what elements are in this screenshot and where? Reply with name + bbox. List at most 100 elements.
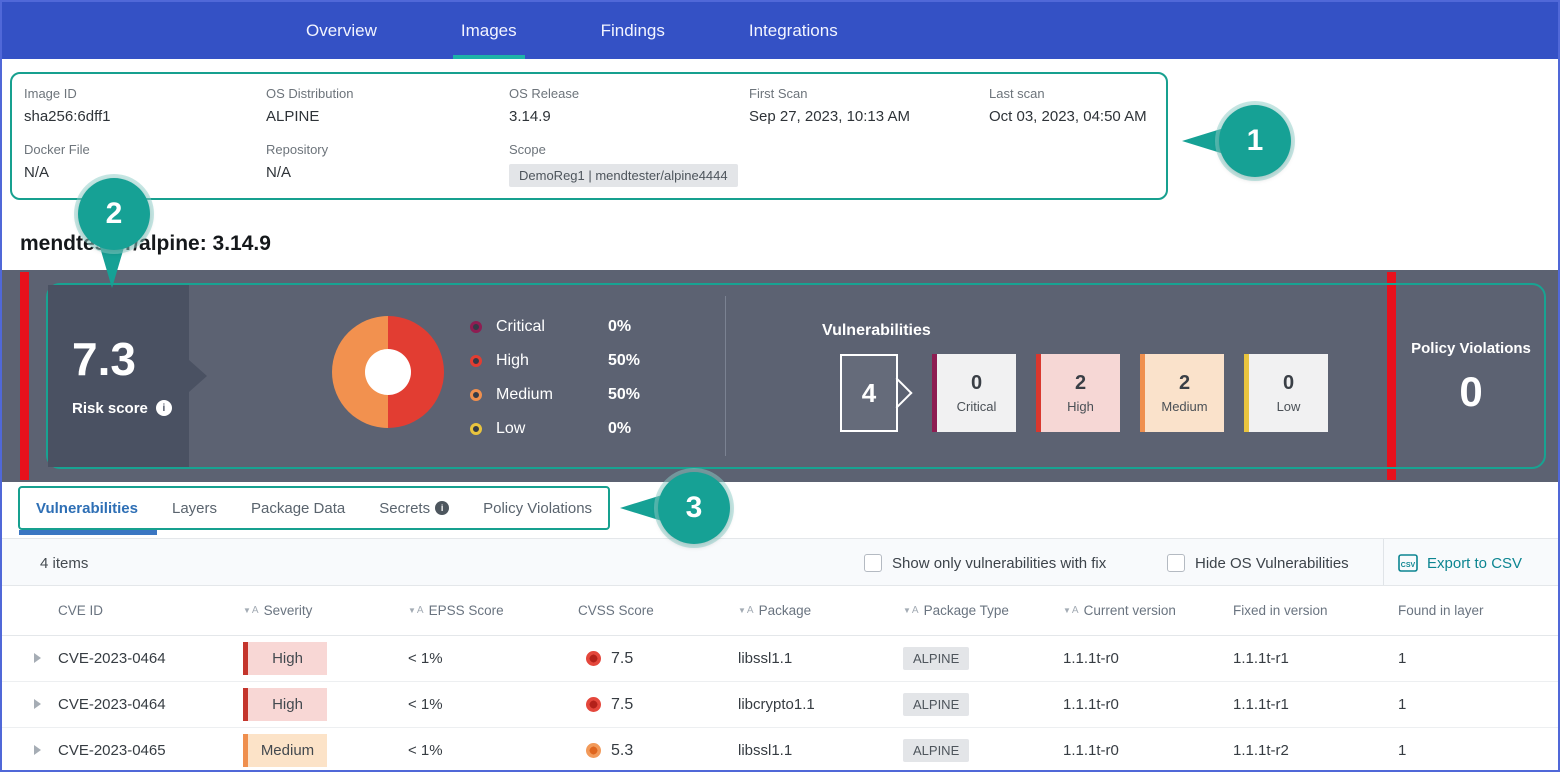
- annotation-balloon-1: 1: [1219, 105, 1291, 177]
- header-package-type[interactable]: Package Type: [903, 603, 1063, 618]
- annotation-2-pointer: [99, 244, 125, 288]
- table-header: CVE ID Severity EPSS Score CVSS Score Pa…: [2, 586, 1558, 636]
- nav-tab-images[interactable]: Images: [419, 2, 559, 59]
- tab-secrets[interactable]: Secrets: [379, 500, 449, 517]
- severity-badge: High: [243, 688, 327, 721]
- nav-tab-integrations[interactable]: Integrations: [707, 2, 880, 59]
- annotation-balloon-3: 3: [658, 472, 730, 544]
- meta-os-distribution: OS Distribution ALPINE: [266, 86, 509, 138]
- app-window: Overview Images Findings Integrations Im…: [0, 0, 1560, 772]
- severity-donut-chart: [332, 316, 444, 428]
- header-cvss-score[interactable]: CVSS Score: [578, 603, 738, 618]
- nav-tab-overview[interactable]: Overview: [264, 2, 419, 59]
- sort-filter-icon[interactable]: [243, 605, 259, 616]
- toolbar-divider: [1383, 539, 1384, 585]
- fixed-in-version: 1.1.1t-r1: [1233, 696, 1398, 713]
- info-icon[interactable]: [156, 400, 172, 416]
- cvss-score: 7.5: [611, 650, 633, 668]
- sort-filter-icon[interactable]: [738, 605, 754, 616]
- checkbox-show-fix[interactable]: [864, 554, 882, 572]
- active-tab-underline: [19, 530, 157, 535]
- table-row[interactable]: CVE-2023-0464 High < 1% 7.5 libssl1.1 AL…: [2, 636, 1558, 682]
- found-in-layer: 1: [1398, 650, 1558, 667]
- annotation-1-pointer: [1182, 128, 1224, 154]
- tab-package-data[interactable]: Package Data: [251, 500, 345, 517]
- nav-tab-findings[interactable]: Findings: [559, 2, 707, 59]
- legend-item: Low 0%: [470, 412, 640, 446]
- header-cve-id[interactable]: CVE ID: [58, 603, 243, 618]
- row-expand-icon[interactable]: [34, 699, 41, 709]
- header-label: Severity: [264, 603, 313, 618]
- fixed-in-version: 1.1.1t-r2: [1233, 742, 1398, 759]
- high-count-label: High: [1067, 399, 1094, 414]
- export-to-csv-button[interactable]: CSV Export to CSV: [1398, 539, 1522, 587]
- header-label: Package Type: [924, 603, 1009, 618]
- vulnerability-counts: 4 0 Critical 2 High 2 Medium 0 Low: [840, 354, 1328, 432]
- critical-count-box[interactable]: 0 Critical: [932, 354, 1016, 432]
- header-label: Fixed in version: [1233, 603, 1328, 618]
- table-row[interactable]: CVE-2023-0465 Medium < 1% 5.3 libssl1.1 …: [2, 728, 1558, 772]
- filter-only-with-fix[interactable]: Show only vulnerabilities with fix: [864, 539, 1106, 587]
- critical-dot-icon: [470, 321, 482, 333]
- checkbox-hide-os-label: Hide OS Vulnerabilities: [1195, 555, 1349, 572]
- legend-label: Medium: [496, 386, 608, 404]
- legend-percent: 0%: [608, 318, 640, 336]
- header-epss-score[interactable]: EPSS Score: [408, 603, 578, 618]
- critical-count: 0: [971, 372, 982, 395]
- cve-id[interactable]: CVE-2023-0464: [58, 696, 243, 713]
- meta-docker-file: Docker File N/A: [24, 142, 266, 194]
- meta-label: First Scan: [749, 86, 989, 101]
- medium-dot-icon: [470, 389, 482, 401]
- legend-label: Low: [496, 420, 608, 438]
- legend-label: Critical: [496, 318, 608, 336]
- header-package[interactable]: Package: [738, 603, 903, 618]
- table-row[interactable]: CVE-2023-0464 High < 1% 7.5 libcrypto1.1…: [2, 682, 1558, 728]
- filter-hide-os[interactable]: Hide OS Vulnerabilities: [1167, 539, 1349, 587]
- meta-value: 3.14.9: [509, 108, 749, 125]
- header-fixed-in-version[interactable]: Fixed in version: [1233, 603, 1398, 618]
- policy-violations-value: 0: [1459, 371, 1482, 413]
- meta-os-release: OS Release 3.14.9: [509, 86, 749, 138]
- meta-label: Last scan: [989, 86, 1154, 101]
- alert-stripe-left: [20, 272, 29, 480]
- row-expand-icon[interactable]: [34, 745, 41, 755]
- current-version: 1.1.1t-r0: [1063, 650, 1233, 667]
- row-expand-icon[interactable]: [34, 653, 41, 663]
- package-name: libssl1.1: [738, 742, 903, 759]
- export-to-csv-label: Export to CSV: [1427, 555, 1522, 572]
- meta-scope: Scope DemoReg1 | mendtester/alpine4444: [509, 142, 989, 194]
- info-icon[interactable]: [435, 501, 449, 515]
- cvss-severity-dot-icon: [586, 697, 601, 712]
- header-current-version[interactable]: Current version: [1063, 603, 1233, 618]
- header-label: Package: [759, 603, 812, 618]
- sort-filter-icon[interactable]: [903, 605, 919, 616]
- tab-secrets-label: Secrets: [379, 500, 430, 517]
- header-found-in-layer[interactable]: Found in layer: [1398, 603, 1558, 618]
- cve-id[interactable]: CVE-2023-0464: [58, 650, 243, 667]
- risk-banner: 7.3 Risk score Critical 0% High 50% Medi…: [2, 270, 1558, 482]
- epss-score: < 1%: [408, 696, 578, 713]
- svg-text:CSV: CSV: [1401, 562, 1416, 569]
- header-severity[interactable]: Severity: [243, 603, 408, 618]
- vertical-divider: [725, 296, 726, 456]
- cvss-severity-dot-icon: [586, 651, 601, 666]
- sort-filter-icon[interactable]: [1063, 605, 1079, 616]
- tab-vulnerabilities[interactable]: Vulnerabilities: [36, 500, 138, 517]
- medium-count-box[interactable]: 2 Medium: [1140, 354, 1224, 432]
- medium-count: 2: [1179, 372, 1190, 395]
- cve-id[interactable]: CVE-2023-0465: [58, 742, 243, 759]
- image-metadata-panel: Image ID sha256:6dff1 OS Distribution AL…: [10, 72, 1168, 200]
- low-count-box[interactable]: 0 Low: [1244, 354, 1328, 432]
- csv-file-icon: CSV: [1398, 554, 1418, 572]
- risk-score-value: 7.3: [72, 336, 189, 382]
- checkbox-hide-os[interactable]: [1167, 554, 1185, 572]
- epss-score: < 1%: [408, 742, 578, 759]
- sort-filter-icon[interactable]: [408, 605, 424, 616]
- header-label: Current version: [1084, 603, 1176, 618]
- tab-policy-violations[interactable]: Policy Violations: [483, 500, 592, 517]
- high-count-box[interactable]: 2 High: [1036, 354, 1120, 432]
- low-count-label: Low: [1277, 399, 1301, 414]
- tab-layers[interactable]: Layers: [172, 500, 217, 517]
- package-type-chip: ALPINE: [903, 647, 969, 670]
- meta-value: N/A: [266, 164, 509, 181]
